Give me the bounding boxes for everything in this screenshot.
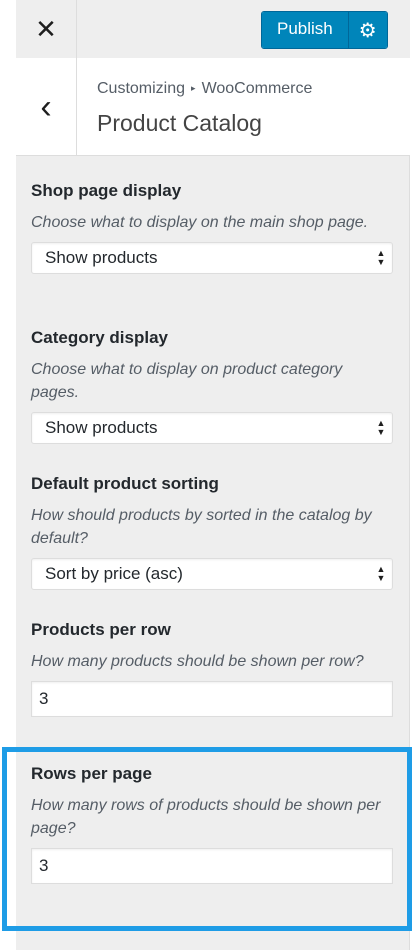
section-titlebar: ‹ Customizing ▸ WooCommerce Product Catalo…: [16, 58, 410, 156]
default-sorting-select[interactable]: Sort by price (asc) ▲ ▼: [31, 558, 393, 590]
page-title: Product Catalog: [97, 110, 262, 136]
control-description: How many products should be shown per ro…: [31, 653, 364, 670]
control-title: Category display: [31, 328, 168, 347]
publish-settings-button[interactable]: ⚙: [348, 12, 387, 48]
select-value: Show products: [45, 418, 158, 437]
back-button[interactable]: ‹: [16, 58, 77, 155]
shop-page-display-select[interactable]: Show products ▲ ▼: [31, 242, 393, 274]
publish-group: Publish ⚙: [261, 11, 388, 49]
select-value: Sort by price (asc): [45, 564, 183, 583]
select-value: Show products: [45, 248, 158, 267]
control-title: Products per row: [31, 620, 171, 639]
control-title: Default product sorting: [31, 474, 219, 493]
caret-right-icon: ▸: [191, 83, 196, 93]
control-description: Choose what to display on the main shop …: [31, 214, 369, 231]
highlight-box: [2, 747, 412, 931]
control-shop-page-display: Shop page display Choose what to display…: [31, 181, 393, 274]
close-icon: ✕: [35, 13, 57, 44]
category-display-select[interactable]: Show products ▲ ▼: [31, 412, 393, 444]
breadcrumb: Customizing ▸ WooCommerce: [97, 80, 312, 98]
products-per-row-input[interactable]: 3: [31, 681, 393, 717]
publish-button[interactable]: Publish: [262, 12, 349, 48]
chevron-left-icon: ‹: [40, 87, 52, 126]
gear-icon: ⚙: [358, 19, 377, 42]
select-arrows-icon: ▲ ▼: [376, 248, 386, 267]
breadcrumb-child: WooCommerce: [201, 80, 313, 97]
close-button[interactable]: ✕: [16, 0, 77, 58]
control-products-per-row: Products per row How many products shoul…: [31, 620, 393, 717]
breadcrumb-parent: Customizing: [97, 80, 186, 97]
control-description: How should products by sorted in the cat…: [31, 507, 372, 547]
select-arrows-icon: ▲ ▼: [376, 564, 386, 583]
customizer-header: ✕ Publish ⚙: [16, 0, 410, 59]
control-category-display: Category display Choose what to display …: [31, 328, 393, 444]
control-description: Choose what to display on product catego…: [31, 361, 343, 401]
control-default-product-sorting: Default product sorting How should produ…: [31, 474, 393, 590]
select-arrows-icon: ▲ ▼: [376, 418, 386, 437]
control-title: Shop page display: [31, 181, 182, 200]
